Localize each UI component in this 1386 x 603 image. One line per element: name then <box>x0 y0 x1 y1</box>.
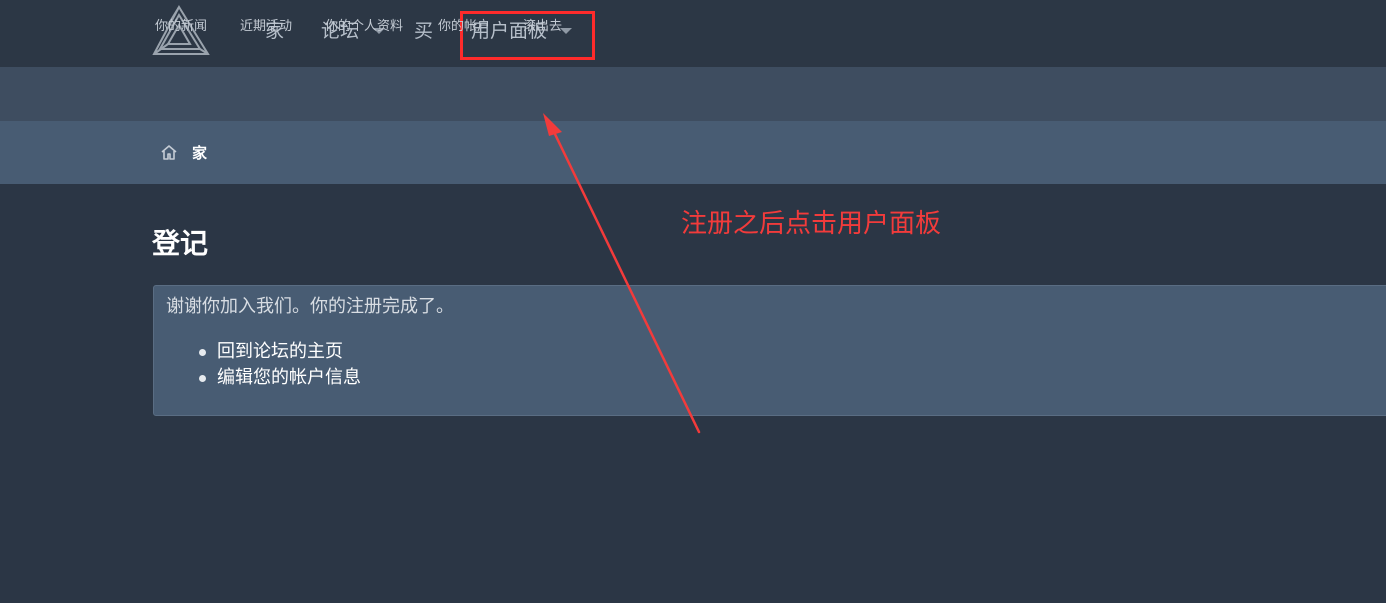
subnav-your-news[interactable]: 你的新闻 <box>155 19 207 35</box>
link-forum-home[interactable]: 回到论坛的主页 <box>217 340 343 364</box>
annotation-text: 注册之后点击用户面板 <box>681 209 942 239</box>
breadcrumb-home[interactable]: 家 <box>192 143 207 163</box>
sub-navbar <box>0 67 1386 121</box>
registration-complete-message: 谢谢你加入我们。你的注册完成了。 <box>166 296 454 317</box>
breadcrumb-bar <box>0 121 1386 184</box>
subnav-your-account[interactable]: 你的帐户 <box>438 19 490 35</box>
subnav-your-profile[interactable]: 你的个人资料 <box>325 19 403 35</box>
link-edit-account[interactable]: 编辑您的帐户信息 <box>217 366 361 390</box>
subnav-logout[interactable]: 滚出去 <box>523 19 562 35</box>
page-title: 登记 <box>152 227 209 260</box>
nav-buy[interactable]: 买 <box>414 18 433 44</box>
list-bullet <box>199 349 206 356</box>
list-bullet <box>199 375 206 382</box>
subnav-recent-activity[interactable]: 近期活动 <box>240 19 292 35</box>
home-icon[interactable] <box>160 144 178 161</box>
